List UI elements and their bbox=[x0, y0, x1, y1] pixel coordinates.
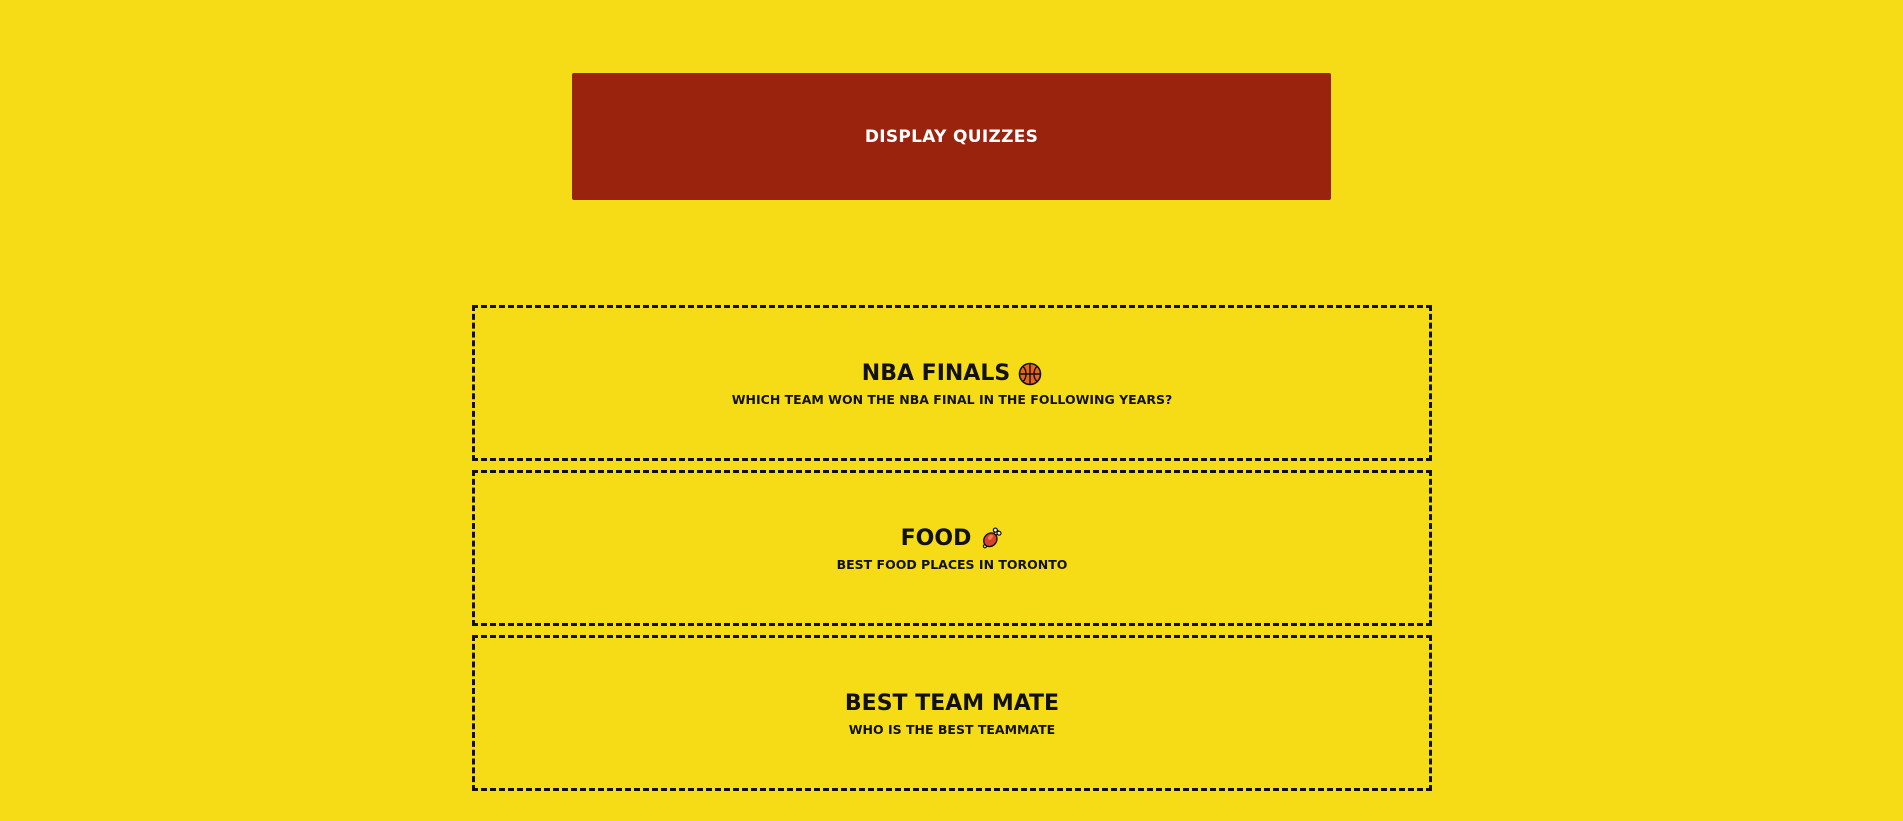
meat-on-bone-icon bbox=[979, 527, 1003, 551]
quiz-title: Best Team Mate bbox=[844, 691, 1060, 716]
quiz-card-best-team-mate[interactable]: Best Team Mate Who is the best teammate bbox=[472, 635, 1432, 791]
basketball-icon bbox=[1018, 362, 1042, 386]
quiz-title: Food bbox=[900, 526, 972, 551]
quiz-description: Best food places in Toronto bbox=[836, 557, 1068, 572]
display-quizzes-button[interactable]: Display Quizzes bbox=[572, 73, 1331, 200]
quiz-title-row: NBA Finals bbox=[862, 361, 1042, 386]
quiz-card-nba-finals[interactable]: NBA Finals Which team won the NBA Final … bbox=[472, 305, 1432, 461]
quiz-title-row: Best Team Mate bbox=[845, 691, 1059, 716]
quiz-title: NBA Finals bbox=[861, 361, 1011, 386]
quiz-card-food[interactable]: Food Best food places in Toronto bbox=[472, 470, 1432, 626]
quiz-description: Which team won the NBA Final in the foll… bbox=[731, 392, 1173, 407]
quiz-description: Who is the best teammate bbox=[848, 722, 1056, 737]
quiz-title-row: Food bbox=[901, 526, 1004, 551]
